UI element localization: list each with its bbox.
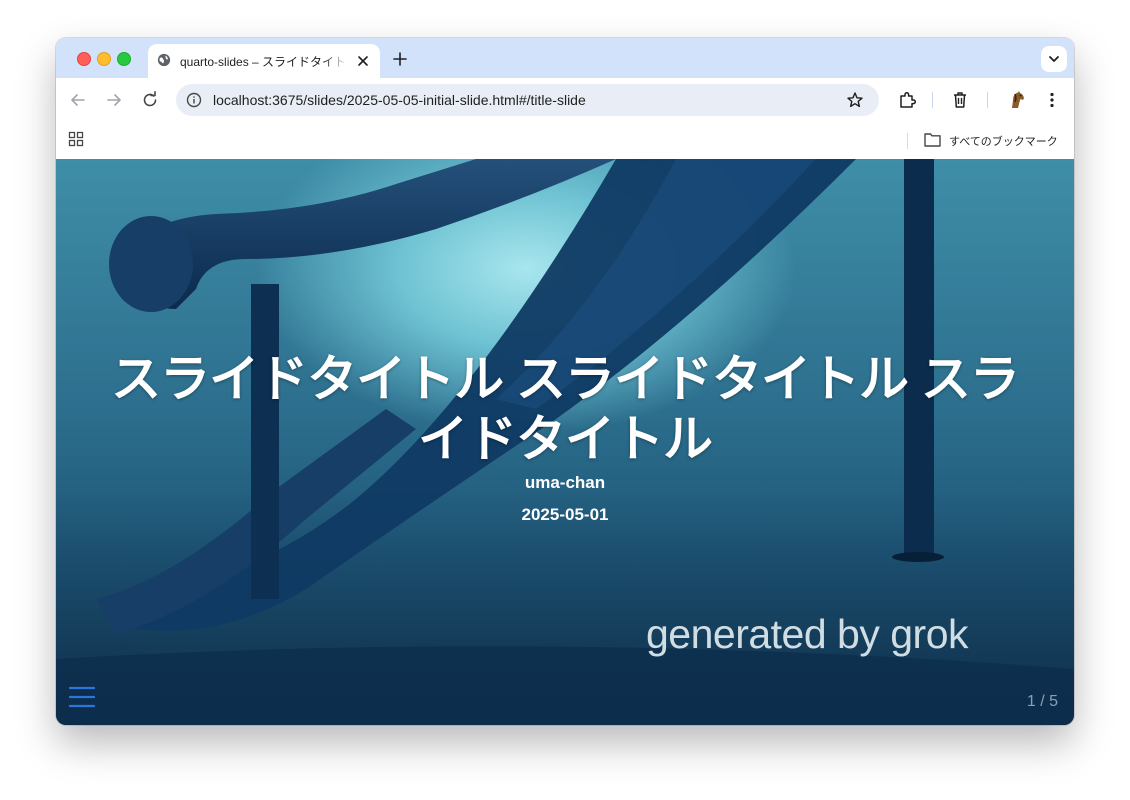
- toolbar: localhost:3675/slides/2025-05-05-initial…: [56, 78, 1074, 122]
- close-tab-icon[interactable]: [354, 52, 372, 70]
- forward-arrow-icon[interactable]: [104, 90, 124, 110]
- close-window-button[interactable]: [77, 52, 91, 66]
- site-info-icon[interactable]: [186, 92, 202, 108]
- more-vert-icon[interactable]: [1041, 89, 1063, 111]
- extensions-puzzle-icon[interactable]: [896, 89, 918, 111]
- all-bookmarks-link[interactable]: すべてのブックマーク: [949, 133, 1058, 149]
- horse-avatar-icon[interactable]: [1006, 89, 1028, 111]
- reload-icon[interactable]: [140, 90, 160, 110]
- bookmark-star-icon[interactable]: [846, 91, 864, 109]
- slide-title: スライドタイトル スライドタイトル スライドタイトル: [111, 351, 1020, 467]
- tab-search-button[interactable]: [1041, 46, 1067, 72]
- bookmarks-divider: [907, 133, 908, 149]
- new-tab-icon[interactable]: [390, 49, 410, 69]
- folder-icon[interactable]: [924, 132, 941, 147]
- toolbar-divider: [987, 92, 988, 108]
- back-arrow-icon[interactable]: [68, 90, 88, 110]
- trash-icon[interactable]: [949, 89, 971, 111]
- url-text[interactable]: localhost:3675/slides/2025-05-05-initial…: [213, 92, 586, 108]
- slide-number: 1 / 5: [1026, 693, 1058, 710]
- maximize-window-button[interactable]: [117, 52, 131, 66]
- image-watermark: generated by grok: [646, 611, 969, 657]
- tab-title: quarto-slides – スライドタイトル スライドタイトル スライドタイ…: [180, 55, 348, 69]
- slide-author: uma-chan: [524, 473, 606, 492]
- apps-grid-icon[interactable]: [68, 131, 84, 147]
- tab-active[interactable]: quarto-slides – スライドタイトル スライドタイトル スライドタイ…: [148, 44, 380, 78]
- chevron-down-icon: [1049, 56, 1059, 62]
- address-bar[interactable]: localhost:3675/slides/2025-05-05-initial…: [176, 84, 879, 116]
- tab-strip: quarto-slides – スライドタイトル スライドタイトル スライドタイ…: [56, 38, 1074, 78]
- minimize-window-button[interactable]: [97, 52, 111, 66]
- slide-menu-icon[interactable]: [69, 685, 95, 709]
- bookmarks-bar: すべてのブックマーク: [56, 122, 1074, 159]
- slide-date: 2025-05-01: [521, 505, 609, 524]
- slide-viewport: スライドタイトル スライドタイトル スライドタイトル uma-chan 2025…: [56, 159, 1074, 725]
- globe-icon: [157, 53, 171, 67]
- toolbar-divider: [932, 92, 933, 108]
- browser-window: quarto-slides – スライドタイトル スライドタイトル スライドタイ…: [56, 38, 1074, 725]
